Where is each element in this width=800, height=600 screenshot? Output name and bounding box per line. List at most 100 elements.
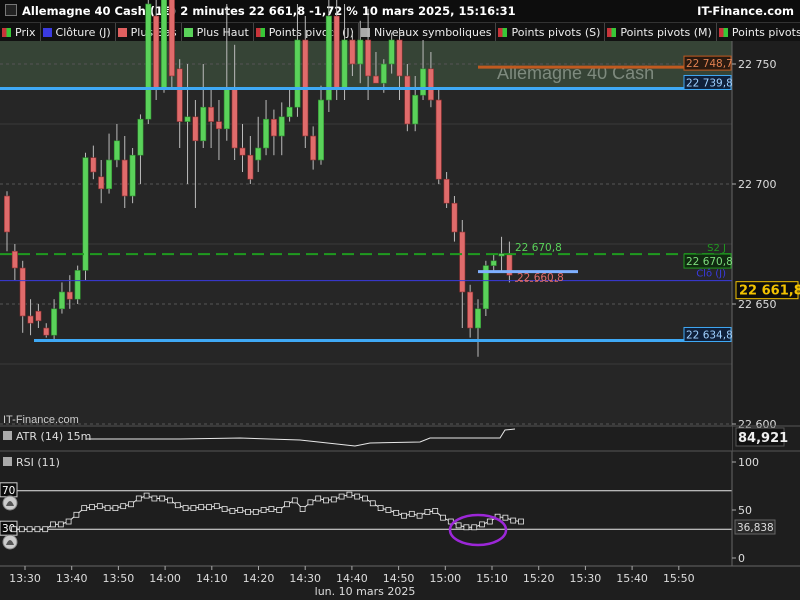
candle-body[interactable] <box>27 315 34 324</box>
rsi-point <box>362 495 368 502</box>
candle-body[interactable] <box>168 0 175 77</box>
candle-body[interactable] <box>145 3 152 120</box>
candle-body[interactable] <box>247 154 254 180</box>
candle-body[interactable] <box>113 140 120 161</box>
atr-panel: ATR (14) 15m 84,921 <box>0 425 800 452</box>
candle-body[interactable] <box>223 87 230 130</box>
candle-body[interactable] <box>420 68 427 96</box>
candle-body[interactable] <box>427 68 434 101</box>
candle-body[interactable] <box>121 159 128 197</box>
candle-body[interactable] <box>208 106 215 122</box>
candle-body[interactable] <box>317 99 324 161</box>
candle-body[interactable] <box>51 308 58 336</box>
candle-body[interactable] <box>341 39 348 89</box>
rsi-point <box>135 495 142 502</box>
candle-body[interactable] <box>19 267 26 317</box>
rsi-point <box>89 504 95 511</box>
candle-body[interactable] <box>137 118 144 156</box>
candle-body[interactable] <box>66 291 73 300</box>
candle-body[interactable] <box>200 106 207 142</box>
candle-body[interactable] <box>412 94 419 125</box>
candle-body[interactable] <box>474 308 481 329</box>
candle-body[interactable] <box>278 116 285 137</box>
rsi-point <box>284 501 290 508</box>
candle-body[interactable] <box>184 116 191 122</box>
price-chart-area[interactable]: Allemagne 40 Cash IT-Finance.com 22 670,… <box>0 0 800 600</box>
time-axis-tick-label: 14:30 <box>289 572 321 585</box>
time-axis-tick-label: 14:00 <box>149 572 181 585</box>
rsi-point <box>190 505 197 511</box>
candle-body[interactable] <box>43 327 50 336</box>
s2-value-badge: 22 670,8 <box>686 256 733 268</box>
rsi-toggle-icon[interactable] <box>3 457 12 466</box>
candle-body[interactable] <box>4 195 11 233</box>
candle-body[interactable] <box>396 39 403 77</box>
candle-body[interactable] <box>176 68 183 122</box>
rsi-point <box>65 518 72 525</box>
rsi-point <box>42 526 49 533</box>
rsi-point <box>455 522 462 529</box>
candle-body[interactable] <box>467 291 474 329</box>
candle-body[interactable] <box>231 87 238 149</box>
candle-body[interactable] <box>498 253 505 257</box>
candle-body[interactable] <box>263 118 270 149</box>
atr-label: ATR (14) 15m <box>16 430 91 443</box>
candle-body[interactable] <box>98 176 105 190</box>
candle-body[interactable] <box>435 99 442 180</box>
candle-body[interactable] <box>380 63 387 84</box>
price-panel: Allemagne 40 Cash IT-Finance.com 22 670,… <box>0 0 732 426</box>
s2-name-label: S2 J <box>707 243 726 254</box>
rsi-point <box>510 517 517 524</box>
candle-body[interactable] <box>372 75 379 84</box>
rsi-point <box>245 509 251 515</box>
candle-body[interactable] <box>255 147 262 161</box>
s2-value-label: 22 670,8 <box>515 242 562 254</box>
rsi-point <box>229 508 236 514</box>
candle-body[interactable] <box>153 15 160 89</box>
price-axis-tick-label: 22 650 <box>738 298 777 311</box>
candle-body[interactable] <box>388 39 395 65</box>
candle-body[interactable] <box>404 75 411 125</box>
candle-body[interactable] <box>90 157 97 173</box>
candle-body[interactable] <box>490 260 497 266</box>
candle-body[interactable] <box>74 270 81 300</box>
candle-body[interactable] <box>349 39 356 65</box>
candle-body[interactable] <box>58 291 65 310</box>
rsi-point <box>120 503 127 510</box>
candle-body[interactable] <box>286 106 293 118</box>
candle-body[interactable] <box>459 231 466 293</box>
candle-body[interactable] <box>239 147 246 156</box>
candle-body[interactable] <box>333 15 340 89</box>
candle-body[interactable] <box>270 118 277 137</box>
time-axis-tick-label: 15:00 <box>429 572 461 585</box>
rsi-point <box>377 505 384 511</box>
candle-body[interactable] <box>192 116 199 142</box>
rsi-point <box>416 512 423 519</box>
time-axis-tick-label: 14:10 <box>196 572 228 585</box>
rsi-axis-tick-label: 0 <box>738 552 745 565</box>
time-axis-tick-label: 15:10 <box>476 572 508 585</box>
candle-body[interactable] <box>106 159 113 190</box>
rsi-point <box>26 526 33 533</box>
rsi-point <box>486 518 493 525</box>
time-axis-tick-label: 13:40 <box>56 572 88 585</box>
candle-body[interactable] <box>161 0 168 89</box>
rsi-point <box>213 503 220 510</box>
atr-toggle-icon[interactable] <box>3 431 12 440</box>
candle-body[interactable] <box>365 39 372 77</box>
candle-body[interactable] <box>11 250 18 269</box>
candle-body[interactable] <box>35 310 42 322</box>
rsi-point <box>159 495 166 502</box>
rsi-point <box>260 507 267 513</box>
rsi-point <box>143 492 150 499</box>
candle-body[interactable] <box>357 39 364 65</box>
candle-body[interactable] <box>443 178 450 204</box>
lower-level-value-badge: 22 634,8 <box>686 329 733 341</box>
time-axis-date: lun. 10 mars 2025 <box>315 585 416 598</box>
rsi-point <box>50 521 56 528</box>
candle-body[interactable] <box>215 121 222 130</box>
candle-body[interactable] <box>310 135 317 161</box>
candle-body[interactable] <box>451 202 458 233</box>
candle-body[interactable] <box>129 154 136 197</box>
candle-body[interactable] <box>294 39 301 108</box>
